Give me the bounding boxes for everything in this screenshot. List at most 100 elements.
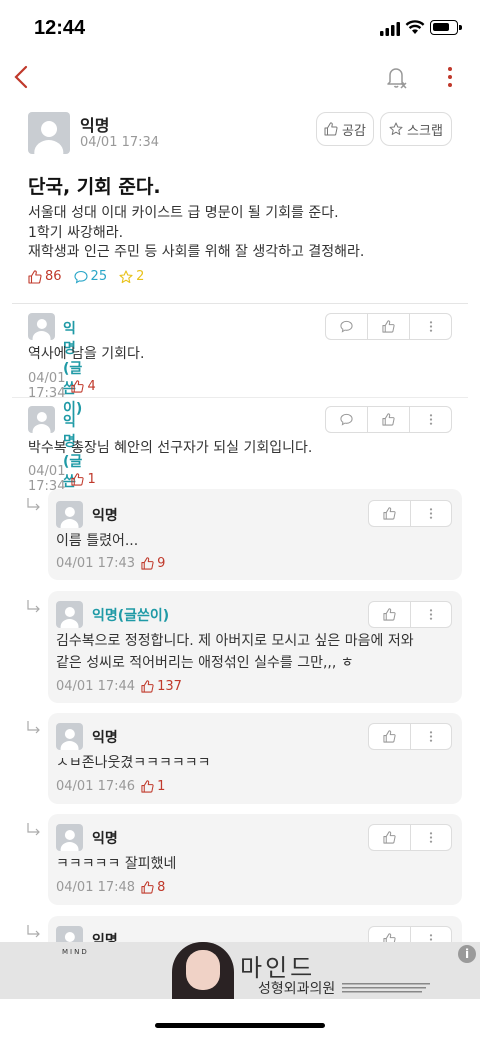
reply-item: 익명 ㅅㅂ존나웃겼ㅋㅋㅋㅋㅋㅋ 04/01 17:46 1 (48, 713, 462, 804)
reply-time: 04/01 17:48 (56, 880, 136, 895)
wifi-icon (405, 20, 425, 34)
ad-info-icon[interactable]: i (458, 945, 476, 963)
reply-like-button[interactable] (369, 501, 410, 526)
reply-meta: 04/01 17:44 137 (56, 679, 182, 694)
post-scrap-count: 2 (119, 269, 144, 284)
post-author: 익명 (80, 116, 110, 135)
thumbs-up-icon (382, 413, 395, 426)
post-body-line: 1학기 싸강해라. (28, 224, 124, 241)
thumbs-up-icon (141, 881, 154, 894)
reply-text: 이름 틀렸어... (56, 533, 139, 549)
reply-more-button[interactable] (409, 724, 452, 749)
reply-author: 익명 (92, 730, 118, 746)
post-body-line: 서울대 성대 이대 카이스트 급 명문이 될 기회를 준다. (28, 205, 339, 221)
thumbs-up-icon (383, 608, 396, 621)
reply-actions (368, 500, 452, 527)
post-body-line: 재학생과 인근 주민 등 사회를 위해 잘 생각하고 결정해라. (28, 244, 365, 260)
comment-bubble-icon (340, 413, 353, 426)
star-icon (389, 122, 403, 135)
comment-separator (12, 397, 468, 398)
thumbs-up-icon (383, 831, 396, 844)
comment-bubble-icon (340, 320, 353, 333)
reply-like-button[interactable] (369, 724, 410, 749)
reply-button[interactable] (326, 407, 367, 432)
thumbs-up-icon (141, 780, 154, 793)
reply-item: 익명 이름 틀렸어... 04/01 17:43 9 (48, 489, 462, 580)
reply-avatar (56, 501, 83, 528)
reply-like-button[interactable] (369, 825, 410, 850)
reply-like-count: 8 (141, 880, 165, 895)
reply-avatar (56, 601, 83, 628)
reply-author: 익명(글쓴이) (92, 608, 170, 624)
reply-time: 04/01 17:46 (56, 779, 136, 794)
reply-more-button[interactable] (409, 602, 452, 627)
ad-fine-print (342, 983, 430, 993)
more-options-icon[interactable] (440, 64, 460, 90)
reply-actions (368, 723, 452, 750)
reply-button[interactable] (326, 314, 367, 339)
thumbs-up-icon (382, 320, 395, 333)
reply-text: 김수복으로 정정합니다. 제 아버지로 모시고 싶은 마음에 저와 (56, 633, 414, 649)
reply-like-count: 1 (141, 779, 165, 794)
home-indicator (155, 1023, 325, 1028)
reply-arrow-icon (27, 721, 40, 734)
notification-off-icon[interactable] (384, 64, 410, 90)
post-divider (12, 303, 468, 304)
post-time: 04/01 17:34 (80, 135, 160, 150)
reply-arrow-icon (27, 823, 40, 836)
reply-actions (368, 824, 452, 851)
ad-banner[interactable]: MIND 마인드 성형외과의원 (0, 942, 480, 999)
reply-meta: 04/01 17:43 9 (56, 556, 165, 571)
post-scrap-count-value: 2 (136, 269, 145, 284)
nav-bar (0, 56, 480, 100)
more-vertical-icon (429, 731, 432, 742)
like-button[interactable]: 공감 (316, 112, 374, 146)
post-body: 서울대 성대 이대 카이스트 급 명문이 될 기회를 준다. 1학기 싸강해라.… (28, 204, 458, 263)
status-bar: 12:44 (0, 0, 480, 56)
ad-subtitle: 성형외과의원 (258, 981, 336, 997)
reply-author: 익명 (92, 831, 118, 847)
post-stats: 86 25 2 (28, 269, 144, 284)
thumbs-up-icon (28, 269, 42, 284)
comment-like-count-value: 4 (87, 378, 96, 394)
back-chevron-icon[interactable] (12, 64, 32, 90)
comment-like-button[interactable] (367, 407, 409, 432)
reply-like-button[interactable] (369, 602, 410, 627)
status-time: 12:44 (34, 17, 86, 39)
reply-time: 04/01 17:44 (56, 679, 136, 694)
thumbs-up-icon (141, 680, 154, 693)
reply-meta: 04/01 17:48 8 (56, 880, 165, 895)
more-vertical-icon (429, 609, 432, 620)
reply-like-count-value: 9 (157, 556, 166, 571)
reply-like-count: 9 (141, 556, 165, 571)
comment-avatar (28, 313, 55, 340)
comment-bubble-icon (73, 270, 88, 284)
reply-text: ㅅㅂ존나웃겼ㅋㅋㅋㅋㅋㅋ (56, 755, 211, 771)
thumbs-up-icon (141, 557, 154, 570)
reply-more-button[interactable] (409, 501, 452, 526)
more-vertical-icon (429, 414, 432, 425)
comment-actions (325, 406, 452, 433)
thumbs-up-icon (71, 472, 85, 486)
reply-like-count-value: 137 (157, 679, 182, 694)
reply-avatar (56, 824, 83, 851)
like-button-label: 공감 (342, 123, 366, 139)
scrap-button-label: 스크랩 (407, 123, 443, 139)
comment-like-count-value: 1 (87, 471, 96, 487)
scrap-button[interactable]: 스크랩 (380, 112, 452, 146)
reply-like-count-value: 8 (157, 880, 166, 895)
thumbs-up-icon (324, 122, 338, 136)
post-title: 단국, 기회 준다. (28, 176, 161, 198)
comment-like-button[interactable] (367, 314, 409, 339)
reply-item: 익명(글쓴이) 김수복으로 정정합니다. 제 아버지로 모시고 싶은 마음에 저… (48, 591, 462, 703)
comment-more-button[interactable] (409, 407, 451, 432)
comment-more-button[interactable] (409, 314, 451, 339)
reply-arrow-icon (27, 925, 40, 938)
reply-meta: 04/01 17:46 1 (56, 779, 165, 794)
reply-arrow-icon (27, 600, 40, 613)
comment-text: 역사에 남을 기회다. (28, 346, 145, 362)
comment-like-count: 1 (71, 471, 96, 487)
post-comment-count: 25 (73, 269, 107, 284)
reply-more-button[interactable] (409, 825, 452, 850)
reply-like-count-value: 1 (157, 779, 166, 794)
